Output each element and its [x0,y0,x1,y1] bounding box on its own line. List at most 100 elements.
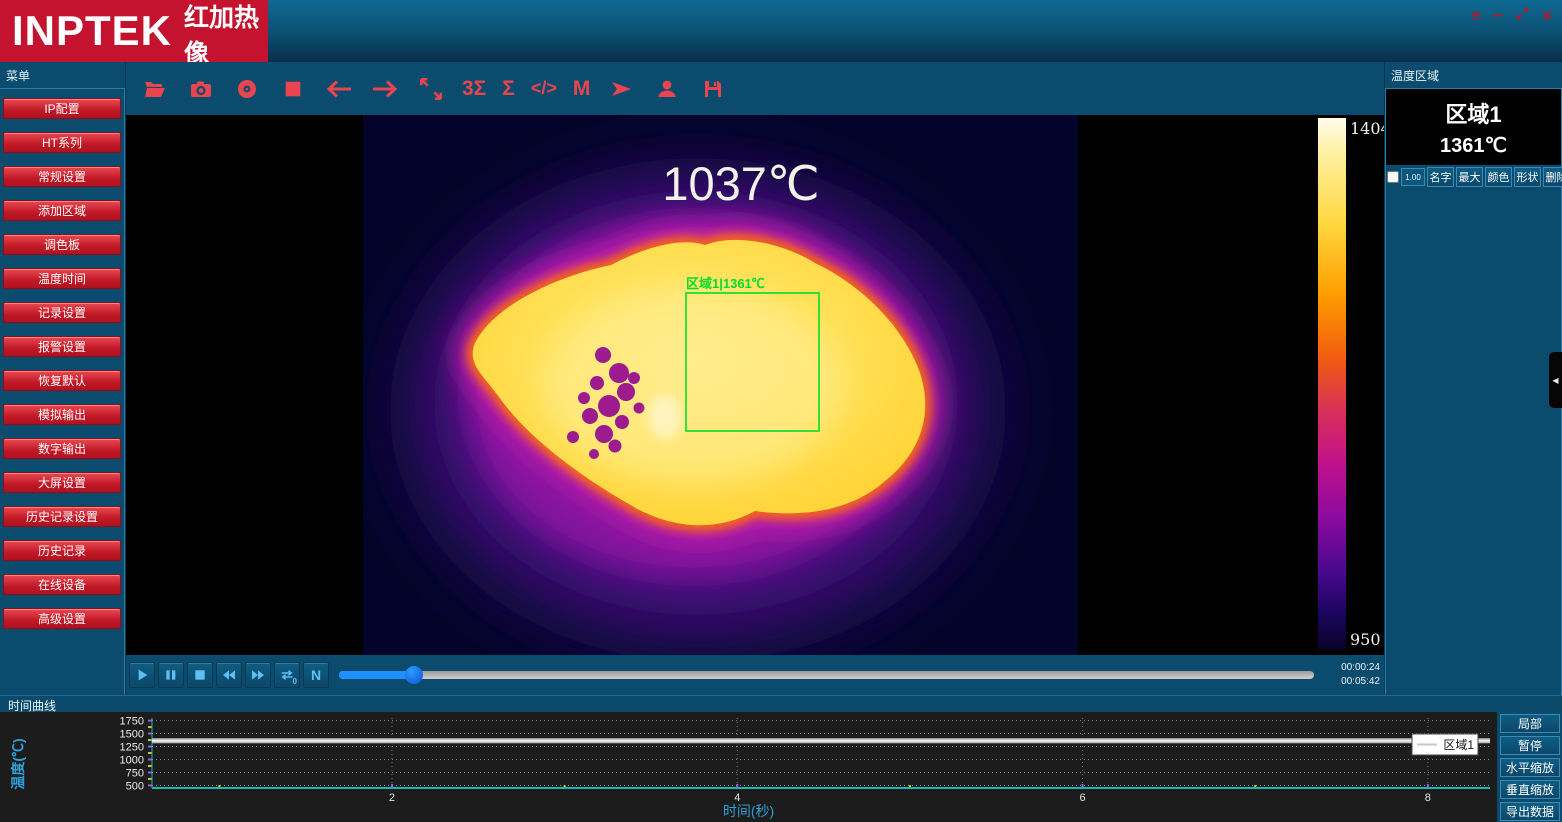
pause-button[interactable] [158,662,184,688]
logo-text: INPTEK [12,10,172,52]
loop-zero-badge: 0 [293,677,297,686]
opacity-value-field[interactable]: 1.00 [1401,168,1425,186]
current-time: 00:00:24 [1322,661,1380,675]
time-curve-section: 时间曲线 17501500125010007505002468区域1 温度(℃)… [0,695,1562,822]
brand-text: 红加热像 [184,0,268,70]
playback-times: 00:00:24 00:05:42 [1322,661,1384,689]
region-name: 区域1 [1445,97,1501,129]
chart-ylabel: 温度(℃) [8,714,28,814]
region-action-button[interactable]: 最大 [1456,167,1483,187]
region-card: 区域1 1361℃ [1386,89,1561,165]
camera-icon[interactable] [186,75,216,103]
sidebar-item[interactable]: 数字输出 [3,438,121,459]
region-action-button[interactable]: 颜色 [1485,167,1512,187]
sidebar-item[interactable]: IP配置 [3,98,121,119]
close-icon[interactable]: × [1542,7,1552,24]
sidebar-item[interactable]: 大屏设置 [3,472,121,493]
timeline-progress [339,671,414,679]
restore-icon[interactable] [1515,6,1530,24]
svg-text:1500: 1500 [120,729,144,741]
total-time: 00:05:42 [1322,675,1380,689]
region-action-button[interactable]: 形状 [1514,167,1541,187]
sidebar-item[interactable]: 记录设置 [3,302,121,323]
chart-button-column: 局部 暂停 水平缩放 垂直缩放 导出数据 [1497,712,1562,822]
main-area: 3Σ Σ </> M [126,62,1384,695]
svg-text:1750: 1750 [120,716,144,728]
loop-button[interactable]: 0 [274,662,300,688]
region-action-button[interactable]: 名字 [1427,167,1454,187]
menu-icon[interactable]: ≡ [1471,7,1481,24]
region-action-button[interactable]: 删除 [1543,167,1562,187]
sidebar-item[interactable]: 高级设置 [3,608,121,629]
svg-text:750: 750 [126,767,144,779]
send-icon[interactable] [606,75,636,103]
chart-action-button[interactable]: 垂直缩放 [1500,780,1560,799]
manual-icon[interactable]: M [573,77,591,101]
sigma-icon[interactable]: Σ [502,77,515,101]
region-buttons: 名字 最大 颜色 形状 删除 [1427,167,1562,187]
open-folder-icon[interactable] [140,75,170,103]
sidebar-item[interactable]: 在线设备 [3,574,121,595]
sidebar: 菜单 IP配置 HT系列 常规设置 添加区域 调色板 温度时间 记录设置 报警设… [0,62,126,695]
chart-action-button[interactable]: 局部 [1500,714,1560,733]
titlebar: INPTEK 红加热像 ≡ − × [0,0,1562,62]
arrow-left-icon[interactable] [324,75,354,103]
sidebar-title: 菜单 [0,62,125,88]
region-panel-title: 温度区域 [1385,62,1562,88]
chart-xlabel: 时间(秒) [0,801,1497,821]
region-box-label: 区域1|1361℃ [686,276,765,291]
play-button[interactable] [129,662,155,688]
sigma3-icon[interactable]: 3Σ [462,77,486,101]
svg-text:1000: 1000 [120,754,144,766]
expand-icon[interactable] [416,75,446,103]
sidebar-menu: IP配置 HT系列 常规设置 添加区域 调色板 温度时间 记录设置 报警设置 恢… [0,88,125,696]
region-visibility-checkbox[interactable] [1387,171,1399,183]
fast-forward-button[interactable] [245,662,271,688]
timeline-slider[interactable] [339,671,1314,679]
sidebar-item[interactable]: HT系列 [3,132,121,153]
minimize-icon[interactable]: − [1493,7,1503,24]
stop-icon[interactable] [278,75,308,103]
sidebar-item[interactable]: 调色板 [3,234,121,255]
sidebar-item[interactable]: 历史记录设置 [3,506,121,527]
timeline-thumb[interactable] [405,666,423,684]
sidebar-item[interactable]: 报警设置 [3,336,121,357]
rewind-button[interactable] [216,662,242,688]
arrow-right-icon[interactable] [370,75,400,103]
chart-action-button[interactable]: 水平缩放 [1500,758,1560,777]
code-icon[interactable]: </> [531,78,557,99]
logo: INPTEK 红加热像 [0,0,268,62]
chart-action-button[interactable]: 导出数据 [1500,802,1560,821]
stop-button[interactable] [187,662,213,688]
sidebar-item[interactable]: 历史记录 [3,540,121,561]
sidebar-item[interactable]: 模拟输出 [3,404,121,425]
region-temp: 1361℃ [1440,133,1507,158]
next-frame-button[interactable]: N [303,662,329,688]
user-icon[interactable] [652,75,682,103]
playback-bar: 0 N 00:00:24 00:05:42 [126,655,1384,695]
region-controls: 1.00 名字 最大 颜色 形状 删除 [1386,165,1561,189]
sidebar-item[interactable]: 温度时间 [3,268,121,289]
svg-text:1250: 1250 [120,742,144,754]
colorbar [1318,118,1346,650]
time-chart-area: 17501500125010007505002468区域1 温度(℃) 时间(秒… [0,712,1497,822]
toolbar: 3Σ Σ </> M [126,62,1384,115]
window-controls: ≡ − × [1471,6,1552,24]
thermal-image: 1037℃ 区域1|1361℃ [363,115,1078,655]
chart-action-button[interactable]: 暂停 [1500,736,1560,755]
sidebar-item[interactable]: 添加区域 [3,200,121,221]
time-curve-title: 时间曲线 [0,695,1562,712]
panel-collapse-handle[interactable]: ◀ [1549,352,1562,408]
sidebar-item[interactable]: 恢复默认 [3,370,121,391]
region-panel-frame: 区域1 1361℃ 1.00 名字 最大 颜色 形状 删 [1385,88,1562,696]
svg-text:区域1: 区域1 [1443,738,1474,752]
save-icon[interactable] [698,75,728,103]
sidebar-item[interactable]: 常规设置 [3,166,121,187]
spot-temp-label: 1037℃ [662,157,819,210]
thermal-viewer: 1037℃ 区域1|1361℃ 1404 950 [126,115,1384,655]
temperature-region-panel: 温度区域 区域1 1361℃ 1.00 名字 最大 颜色 形状 [1384,62,1562,695]
record-icon[interactable] [232,75,262,103]
svg-text:500: 500 [126,780,144,792]
app-window: INPTEK 红加热像 ≡ − × 菜单 IP配置 HT系列 常规设置 添加区域 [0,0,1562,822]
colorbar-min-label: 950 [1350,630,1381,649]
